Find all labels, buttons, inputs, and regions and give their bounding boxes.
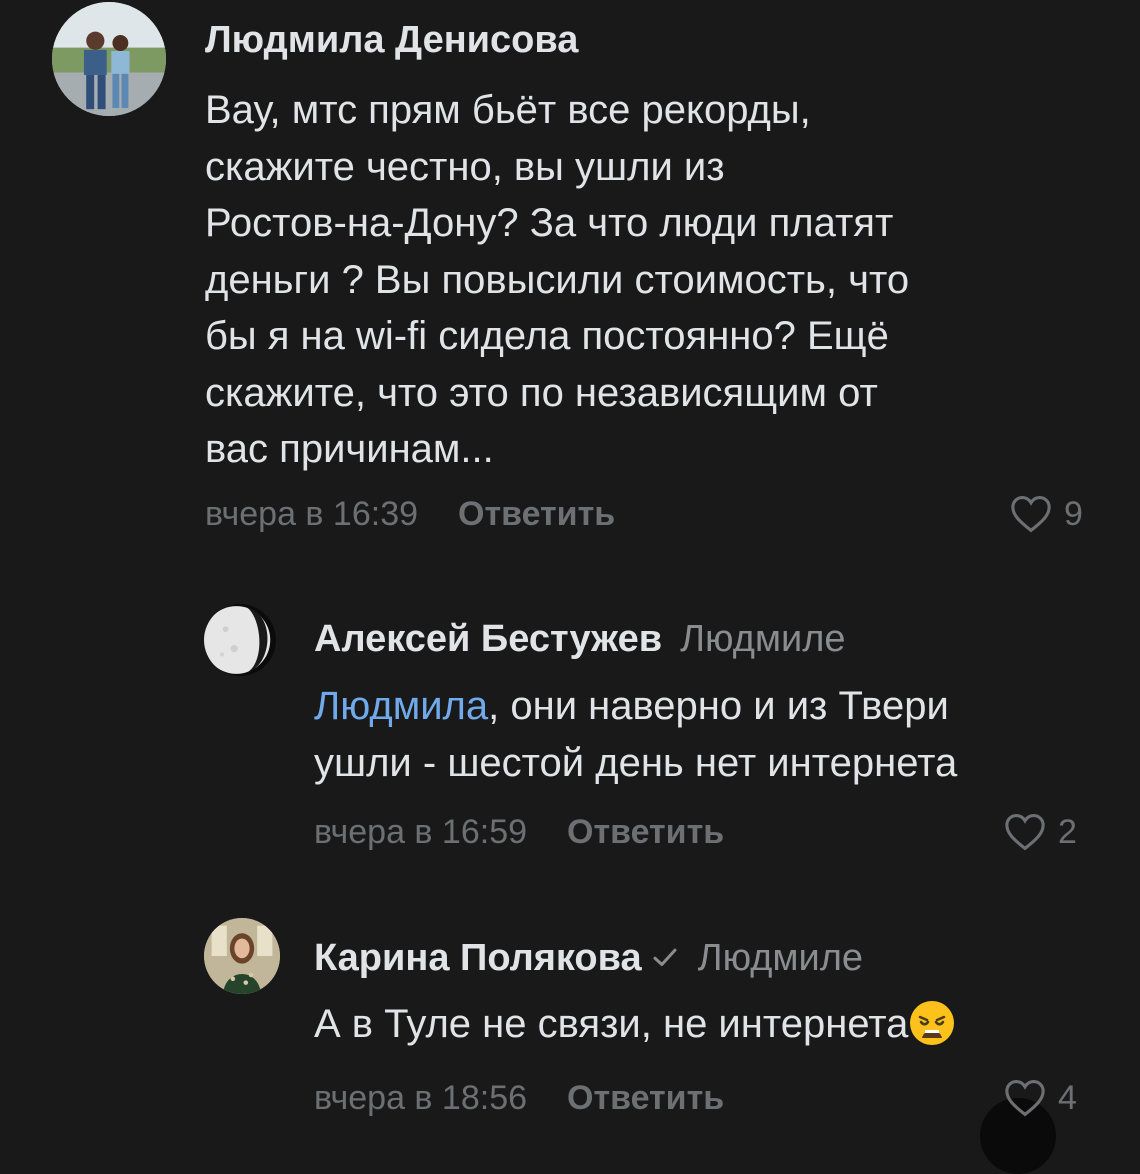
author-avatar[interactable] — [52, 2, 166, 116]
author-name[interactable]: Алексей Бестужев — [314, 618, 662, 660]
comment-text: А в Туле не связи, не интернета — [314, 996, 956, 1053]
like-count: 4 — [1058, 1079, 1077, 1117]
like-count: 9 — [1064, 495, 1083, 533]
timestamp: вчера в 18:56 — [314, 1079, 528, 1117]
comment-meta: вчера в 16:39 Ответить — [205, 494, 615, 534]
comment-text-line: Вау, мтс прям бьёт все рекорды, — [205, 88, 811, 132]
photo-avatar-icon — [52, 2, 166, 116]
author-line: Алексей Бестужев Людмиле — [314, 617, 846, 661]
comment-text-line: бы я на wi-fi сидела постоянно? Ещё — [205, 314, 889, 358]
reply-button[interactable]: Ответить — [567, 813, 724, 851]
author-line: Людмила Денисова — [205, 18, 578, 62]
comment-text: Вау, мтс прям бьёт все рекорды, скажите … — [205, 82, 909, 478]
comment-text: Людмила, они наверно и из Твери ушли - ш… — [314, 678, 957, 791]
comment-text-fragment: А в Туле не связи, не интернета — [314, 1002, 909, 1046]
reply-button[interactable]: Ответить — [567, 1079, 724, 1117]
moon-avatar-icon — [204, 604, 276, 676]
heart-icon — [1005, 814, 1045, 851]
author-name[interactable]: Людмила Денисова — [205, 19, 578, 61]
comment-text-line: А в Туле не связи, не интернета — [314, 996, 956, 1053]
mention-link[interactable]: Людмила — [314, 684, 488, 728]
reply-to-label[interactable]: Людмиле — [680, 618, 845, 660]
comment-text-line: ушли - шестой день нет интернета — [314, 740, 958, 785]
heart-icon — [1005, 1080, 1045, 1117]
heart-icon — [1011, 496, 1051, 533]
author-avatar[interactable] — [204, 604, 276, 676]
timestamp: вчера в 16:39 — [205, 495, 419, 533]
reply-to-label[interactable]: Людмиле — [698, 937, 863, 979]
comment-meta: вчера в 18:56 Ответить — [314, 1078, 724, 1118]
comment-text-line: скажите честно, вы ушли из — [205, 144, 725, 189]
like-button[interactable]: 4 — [1004, 1078, 1077, 1118]
weary-face-emoji-icon — [910, 1001, 955, 1045]
comment-text-line: вас причинам... — [205, 427, 494, 471]
comment-meta: вчера в 16:59 Ответить — [314, 812, 724, 852]
comment-text-line: Ростов-на-Дону? За что люди платят — [205, 201, 894, 245]
comment-text-line: Людмила, они наверно и из Твери — [314, 678, 957, 735]
author-name[interactable]: Карина Полякова — [314, 937, 642, 979]
like-count: 2 — [1058, 813, 1077, 851]
author-avatar[interactable] — [204, 918, 280, 994]
photo-avatar-icon — [204, 918, 280, 994]
comment-text-line: скажите, что это по независящим от — [205, 370, 878, 415]
comment-text-fragment: , они наверно и из Твери — [488, 684, 949, 728]
timestamp: вчера в 16:59 — [314, 813, 528, 851]
comment-text-line: деньги ? Вы повысили стоимость, что — [205, 257, 910, 302]
like-button[interactable]: 9 — [1010, 494, 1083, 534]
reply-button[interactable]: Ответить — [458, 495, 615, 533]
verified-check-icon — [653, 948, 677, 966]
like-button[interactable]: 2 — [1004, 812, 1077, 852]
author-line: Карина Полякова Людмиле — [314, 936, 863, 980]
